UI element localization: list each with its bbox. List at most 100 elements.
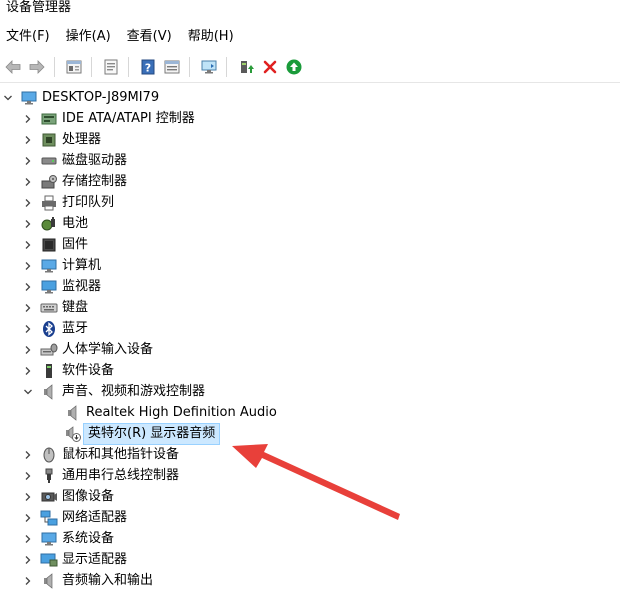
tree-item-computer[interactable]: 计算机	[22, 256, 101, 276]
toolbar: ?	[0, 52, 620, 83]
speaker-icon	[40, 383, 58, 401]
chevron-right-icon[interactable]	[22, 176, 34, 188]
toolbar-separator	[226, 57, 227, 77]
chevron-right-icon[interactable]	[22, 302, 34, 314]
tree-item-system[interactable]: 系统设备	[22, 529, 114, 549]
tree-item-printer[interactable]: 打印队列	[22, 193, 114, 213]
chevron-right-icon[interactable]	[22, 491, 34, 503]
forward-arrow-icon	[29, 60, 45, 74]
device-tree: DESKTOP-J89MI79 IDE ATA/ATAPI 控制器 处理器 磁盘…	[0, 86, 620, 604]
tree-item-disk[interactable]: 磁盘驱动器	[22, 151, 127, 171]
tree-item-software[interactable]: 软件设备	[22, 361, 114, 381]
chevron-right-icon[interactable]	[22, 575, 34, 587]
tree-item-battery[interactable]: 电池	[22, 214, 88, 234]
system-device-icon	[40, 530, 58, 548]
update-driver-icon	[241, 61, 254, 73]
device-manager-window: 设备管理器 文件(F) 操作(A) 查看(V) 帮助(H) ? DESKTOP-…	[0, 0, 620, 604]
properties-panel-button[interactable]	[63, 56, 85, 78]
update-driver-button[interactable]	[235, 56, 257, 78]
chevron-right-icon[interactable]	[22, 239, 34, 251]
menu-view[interactable]: 查看(V)	[121, 28, 178, 46]
tree-item-usb[interactable]: 通用串行总线控制器	[22, 466, 179, 486]
tree-item-label: 鼠标和其他指针设备	[62, 447, 180, 462]
menu-file[interactable]: 文件(F)	[0, 28, 56, 46]
tree-item-label: 固件	[62, 237, 89, 252]
tree-item-label: 电池	[62, 216, 89, 231]
details-page-button[interactable]	[100, 56, 122, 78]
tree-item-processor[interactable]: 处理器	[22, 130, 101, 150]
chevron-right-icon[interactable]	[22, 134, 34, 146]
chevron-right-icon[interactable]	[22, 344, 34, 356]
tree-item-label: 计算机	[62, 258, 102, 273]
menu-action[interactable]: 操作(A)	[60, 28, 117, 46]
tree-root[interactable]: DESKTOP-J89MI79	[2, 88, 159, 108]
tree-item-label: 通用串行总线控制器	[62, 468, 180, 483]
software-device-icon	[40, 362, 58, 380]
back-button[interactable]	[2, 56, 24, 78]
window-title: 设备管理器	[6, 0, 72, 15]
chevron-right-icon[interactable]	[22, 470, 34, 482]
tree-item-mouse[interactable]: 鼠标和其他指针设备	[22, 445, 179, 465]
tree-item-label: 存储控制器	[62, 174, 128, 189]
tree-item-audio-io[interactable]: 音频输入和输出	[22, 571, 153, 591]
chevron-right-icon[interactable]	[22, 155, 34, 167]
tree-item-label: 网络适配器	[62, 510, 128, 525]
tree-item-label: Realtek High Definition Audio	[86, 405, 277, 420]
chevron-right-icon[interactable]	[22, 365, 34, 377]
chevron-right-icon[interactable]	[22, 449, 34, 461]
firmware-icon	[40, 236, 58, 254]
audio-io-icon	[40, 572, 58, 590]
tree-item-realtek-audio[interactable]: Realtek High Definition Audio	[64, 403, 277, 423]
menu-bar: 文件(F) 操作(A) 查看(V) 帮助(H)	[0, 26, 620, 48]
tree-item-intel-display-audio[interactable]: 英特尔(R) 显示器音频	[64, 423, 221, 445]
tree-item-ide[interactable]: IDE ATA/ATAPI 控制器	[22, 109, 195, 129]
usb-icon	[40, 467, 58, 485]
forward-button[interactable]	[26, 56, 48, 78]
menu-help[interactable]: 帮助(H)	[182, 28, 240, 46]
tree-item-monitor[interactable]: 监视器	[22, 277, 101, 297]
tree-item-network[interactable]: 网络适配器	[22, 508, 127, 528]
tree-item-firmware[interactable]: 固件	[22, 235, 88, 255]
battery-icon	[40, 215, 58, 233]
printer-icon	[40, 194, 58, 212]
computer-icon	[40, 257, 58, 275]
chevron-right-icon[interactable]	[22, 512, 34, 524]
help-button[interactable]: ?	[137, 56, 159, 78]
tree-item-label: 处理器	[62, 132, 102, 147]
chevron-right-icon[interactable]	[22, 113, 34, 125]
chevron-right-icon[interactable]	[22, 554, 34, 566]
hid-icon	[40, 341, 58, 359]
toolbar-separator	[54, 57, 55, 77]
chevron-down-icon[interactable]	[2, 92, 14, 104]
chevron-down-icon[interactable]	[22, 386, 34, 398]
tree-item-camera[interactable]: 图像设备	[22, 487, 114, 507]
tree-item-label: 监视器	[62, 279, 102, 294]
speaker-warning-icon	[64, 425, 82, 443]
chevron-right-icon[interactable]	[22, 218, 34, 230]
keyboard-icon	[40, 299, 58, 317]
chevron-right-icon[interactable]	[22, 323, 34, 335]
details-page-icon	[104, 59, 118, 75]
help-icon: ?	[141, 59, 155, 75]
chevron-right-icon[interactable]	[22, 197, 34, 209]
tree-item-bluetooth[interactable]: 蓝牙	[22, 319, 88, 339]
chevron-right-icon[interactable]	[22, 281, 34, 293]
toolbar-separator	[189, 57, 190, 77]
ide-controller-icon	[40, 110, 58, 128]
uninstall-device-button[interactable]	[259, 56, 281, 78]
tree-item-hid[interactable]: 人体学输入设备	[22, 340, 153, 360]
speaker-icon	[64, 404, 82, 422]
bluetooth-icon	[40, 320, 58, 338]
scan-hardware-button[interactable]	[198, 56, 220, 78]
chevron-right-icon[interactable]	[22, 260, 34, 272]
tree-item-display-adapter[interactable]: 显示适配器	[22, 550, 127, 570]
chevron-right-icon[interactable]	[22, 533, 34, 545]
tree-item-storage[interactable]: 存储控制器	[22, 172, 127, 192]
tree-item-keyboard[interactable]: 键盘	[22, 298, 88, 318]
network-adapter-icon	[40, 509, 58, 527]
show-hidden-button[interactable]	[161, 56, 183, 78]
tree-item-sound[interactable]: 声音、视频和游戏控制器	[22, 382, 205, 402]
mouse-icon	[40, 446, 58, 464]
enable-device-button[interactable]	[283, 56, 305, 78]
tree-item-label: 显示适配器	[62, 552, 128, 567]
